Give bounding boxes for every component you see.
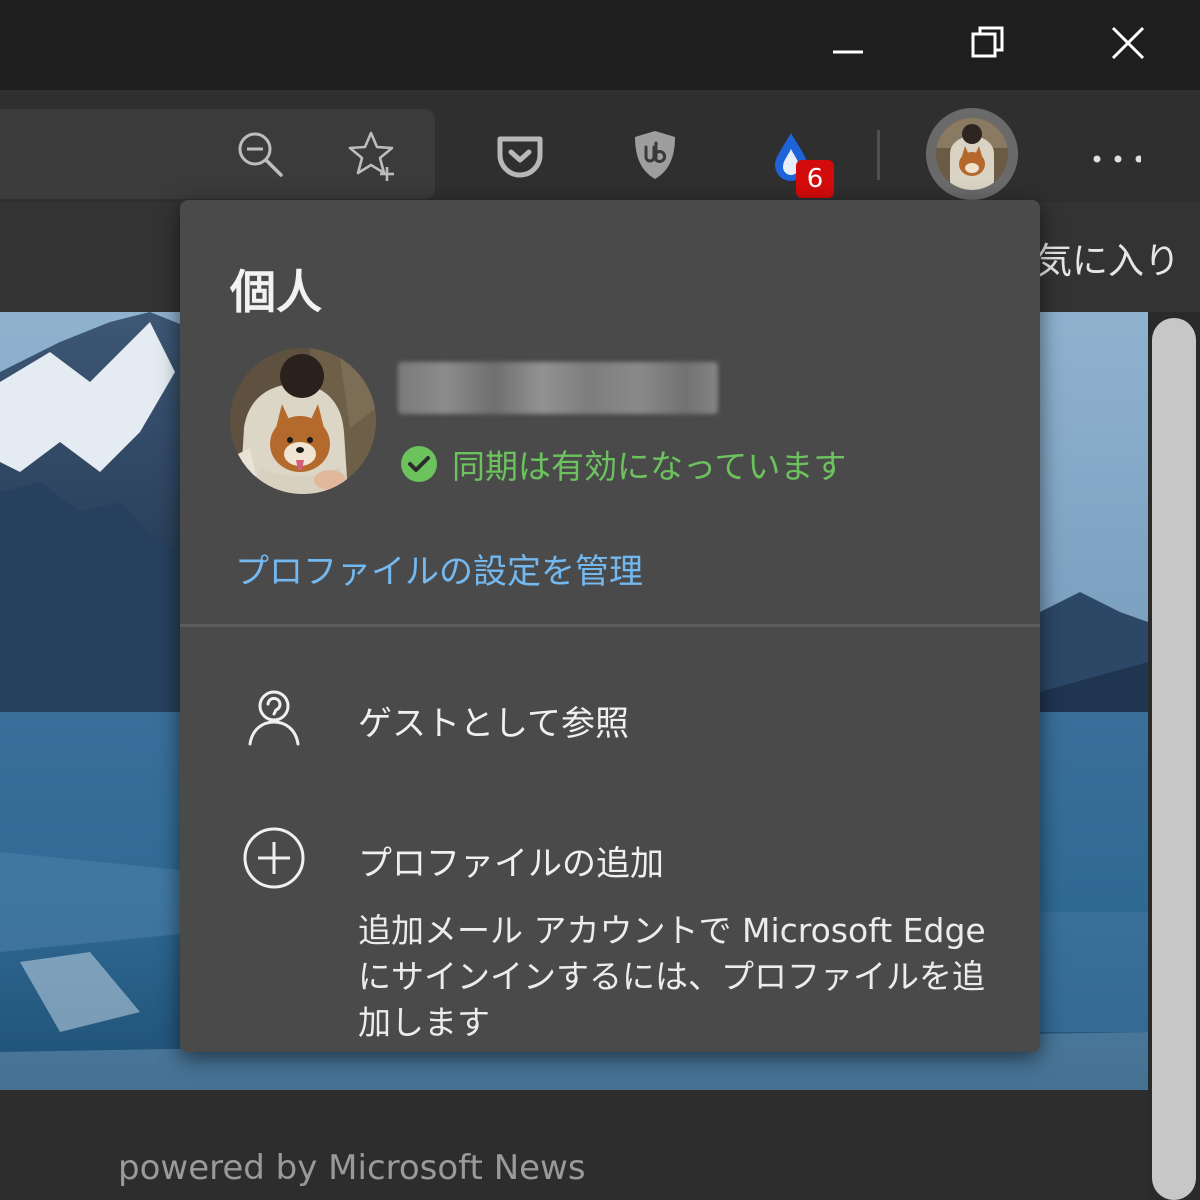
sync-status-text: 同期は有効になっています	[452, 447, 847, 486]
profile-picture	[230, 348, 376, 494]
powered-by-text: powered by Microsoft News	[118, 1148, 586, 1188]
restore-icon	[971, 26, 1004, 58]
profile-avatar-icon	[936, 118, 1008, 190]
favorites-link[interactable]: 気に入り	[1036, 232, 1180, 284]
zoom-out-button[interactable]	[228, 122, 294, 188]
extension-badge: 6	[796, 160, 834, 198]
more-button[interactable]	[1080, 122, 1146, 188]
profile-button[interactable]	[926, 108, 1018, 200]
pocket-extension-icon	[497, 136, 543, 178]
add-profile-label: プロファイルの追加	[358, 844, 664, 884]
profile-popup: 個人 同期は有効になっています プロファイルの設定を管理 ゲストとして参照 プロ…	[180, 200, 1040, 1052]
add-profile-item[interactable]: プロファイルの追加	[180, 802, 1040, 912]
title-bar	[0, 0, 1200, 90]
scrollbar-thumb[interactable]	[1152, 318, 1196, 1200]
close-icon	[1111, 26, 1145, 60]
ublock-origin-icon	[635, 131, 675, 179]
browse-as-guest-label: ゲストとして参照	[358, 704, 629, 744]
more-icon	[1093, 155, 1141, 163]
add-circle-icon	[238, 822, 310, 894]
minimize-icon	[833, 50, 863, 54]
pocket-extension-button[interactable]	[487, 122, 553, 188]
ublock-origin-button[interactable]	[622, 122, 688, 188]
zoom-out-icon	[238, 132, 283, 177]
popup-title: 個人	[230, 265, 322, 319]
add-profile-description: 追加メール アカウントで Microsoft Edge にサインインするには、プ…	[358, 911, 986, 1042]
close-button[interactable]	[1098, 15, 1158, 71]
restore-button[interactable]	[958, 15, 1018, 71]
profile-name-redacted	[398, 362, 718, 414]
sync-status: 同期は有効になっています	[400, 440, 846, 488]
minimize-button[interactable]	[818, 15, 878, 71]
manage-profile-settings-link[interactable]: プロファイルの設定を管理	[235, 544, 643, 593]
check-circle-icon	[401, 446, 437, 482]
add-favorite-icon	[348, 131, 394, 181]
add-favorite-button[interactable]	[340, 122, 406, 188]
popup-divider	[180, 624, 1040, 627]
browse-as-guest-item[interactable]: ゲストとして参照	[180, 662, 1040, 772]
toolbar-divider	[877, 130, 880, 180]
guest-person-icon	[238, 680, 310, 752]
